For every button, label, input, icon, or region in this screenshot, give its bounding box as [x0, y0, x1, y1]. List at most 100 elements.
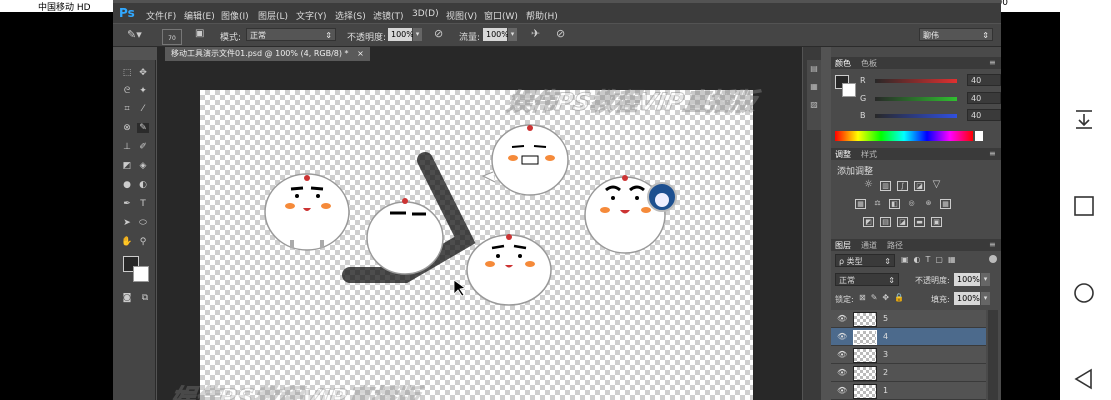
menu-image[interactable]: 图像(I): [221, 9, 249, 22]
layer-row[interactable]: 👁 5: [831, 310, 986, 328]
properties-panel-icon[interactable]: ▦: [807, 78, 821, 96]
document-tab[interactable]: 移动工具演示文件01.psd @ 100% (4, RGB/8) * ×: [165, 47, 370, 61]
workspace-select[interactable]: 聊伟 ⇕: [919, 28, 993, 41]
eye-icon[interactable]: 👁: [837, 328, 847, 345]
layers-scrollbar[interactable]: [988, 310, 998, 400]
crop-tool-icon[interactable]: ⌗: [121, 104, 133, 114]
move-tool-icon[interactable]: ✥: [137, 68, 149, 78]
eye-icon[interactable]: 👁: [837, 364, 847, 381]
lasso-tool-icon[interactable]: ᘓ: [121, 86, 133, 96]
paint-bucket-tool-icon[interactable]: ◈: [137, 161, 149, 171]
exposure-icon[interactable]: ◪: [914, 181, 925, 191]
lock-icons[interactable]: ⊠✎✥🔒: [859, 293, 909, 302]
channel-r-slider[interactable]: [875, 79, 957, 83]
history-panel-icon[interactable]: ▤: [807, 60, 821, 78]
info-panel-icon[interactable]: ▨: [807, 96, 821, 114]
layer-filter-select[interactable]: ρ 类型 ⇕: [835, 254, 895, 267]
hand-tool-icon[interactable]: ✋: [121, 237, 133, 247]
path-selection-tool-icon[interactable]: ➤: [121, 218, 133, 228]
healing-brush-tool-icon[interactable]: ⊗: [121, 123, 133, 133]
layer-opacity-dropdown[interactable]: ▾: [981, 273, 990, 286]
history-brush-tool-icon[interactable]: ✐: [137, 142, 149, 152]
channel-r-value[interactable]: 40: [967, 74, 1001, 86]
fill-input[interactable]: 100%: [954, 292, 980, 305]
ellipse-tool-icon[interactable]: ⬭: [137, 218, 149, 228]
quick-mask-icon[interactable]: ◙: [121, 293, 133, 303]
notification-pull-icon[interactable]: [1073, 108, 1095, 130]
channel-mixer-icon[interactable]: ⊛: [923, 199, 934, 209]
pressure-size-icon[interactable]: ⊘: [556, 27, 565, 40]
eye-icon[interactable]: 👁: [837, 310, 847, 327]
recents-square-icon[interactable]: [1073, 195, 1095, 217]
layer-filter-icons[interactable]: ▣◐T▢▦: [901, 255, 961, 264]
layer-row[interactable]: 👁 1: [831, 382, 986, 400]
screen-mode-icon[interactable]: ⧉: [139, 293, 151, 303]
zoom-tool-icon[interactable]: ⚲: [137, 237, 149, 247]
background-color-swatch[interactable]: [133, 266, 149, 282]
tab-layers[interactable]: 图层: [835, 240, 851, 251]
home-circle-icon[interactable]: [1073, 282, 1095, 304]
opacity-dropdown[interactable]: ▾: [413, 28, 422, 41]
collapsed-panels[interactable]: ▤ ▦ ▨: [807, 60, 821, 130]
close-icon[interactable]: ×: [357, 49, 364, 58]
type-tool-icon[interactable]: T: [137, 199, 149, 209]
levels-icon[interactable]: ▥: [880, 181, 891, 191]
layer-opacity-input[interactable]: 100%: [954, 273, 980, 286]
curves-icon[interactable]: ∫: [897, 181, 908, 191]
flow-input[interactable]: 100%: [483, 28, 509, 41]
color-lookup-icon[interactable]: ▦: [940, 199, 951, 209]
channel-g-value[interactable]: 40: [967, 92, 1001, 104]
channel-b-value[interactable]: 40: [967, 109, 1001, 121]
blur-tool-icon[interactable]: ●: [121, 180, 133, 190]
menu-edit[interactable]: 编辑(E): [184, 9, 215, 22]
brush-panel-icon[interactable]: ▣: [195, 28, 204, 39]
magic-wand-tool-icon[interactable]: ✦: [137, 86, 149, 96]
color-balance-icon[interactable]: ⚖: [872, 199, 883, 209]
brush-tool-icon[interactable]: ✎: [137, 123, 149, 133]
menu-filter[interactable]: 滤镜(T): [373, 9, 404, 22]
dodge-tool-icon[interactable]: ◐: [137, 180, 149, 190]
eye-icon[interactable]: 👁: [837, 382, 847, 399]
panel-menu-icon[interactable]: ≡: [989, 149, 996, 158]
airbrush-icon[interactable]: ✈: [531, 27, 540, 40]
filter-toggle[interactable]: [989, 255, 997, 263]
brightness-icon[interactable]: ☼: [863, 180, 874, 191]
panel-menu-icon[interactable]: ≡: [989, 240, 996, 249]
menu-help[interactable]: 帮助(H): [526, 9, 558, 22]
menu-window[interactable]: 窗口(W): [484, 9, 518, 22]
document-canvas[interactable]: [200, 90, 753, 400]
menu-view[interactable]: 视图(V): [446, 9, 477, 22]
flow-dropdown[interactable]: ▾: [508, 28, 517, 41]
eraser-tool-icon[interactable]: ◩: [121, 161, 133, 171]
pressure-opacity-icon[interactable]: ⊘: [434, 27, 443, 40]
menu-layer[interactable]: 图层(L): [258, 9, 288, 22]
threshold-icon[interactable]: ◪: [897, 217, 908, 227]
layer-row[interactable]: 👁 3: [831, 346, 986, 364]
pen-tool-icon[interactable]: ✒: [121, 199, 133, 209]
tab-color[interactable]: 颜色: [835, 58, 851, 69]
hue-saturation-icon[interactable]: ▦: [855, 199, 866, 209]
brush-preset-picker[interactable]: 70: [162, 29, 182, 45]
channel-b-slider[interactable]: [875, 114, 957, 118]
blend-mode-select[interactable]: 正常 ⇕: [835, 273, 899, 286]
channel-g-slider[interactable]: [875, 97, 957, 101]
color-spectrum-bar[interactable]: [835, 131, 973, 141]
layer-row-selected[interactable]: 👁 4: [831, 328, 986, 346]
black-white-icon[interactable]: ◧: [889, 199, 900, 209]
menu-file[interactable]: 文件(F): [146, 9, 176, 22]
layer-row[interactable]: 👁 2: [831, 364, 986, 382]
tab-channels[interactable]: 通道: [861, 240, 877, 251]
vibrance-icon[interactable]: ▽: [931, 180, 942, 191]
tab-styles[interactable]: 样式: [861, 149, 877, 160]
eyedropper-tool-icon[interactable]: ⁄: [137, 104, 149, 114]
eye-icon[interactable]: 👁: [837, 346, 847, 363]
posterize-icon[interactable]: ▤: [880, 217, 891, 227]
tab-paths[interactable]: 路径: [887, 240, 903, 251]
gradient-map-icon[interactable]: ▬: [914, 217, 925, 227]
clone-stamp-tool-icon[interactable]: ⊥: [121, 142, 133, 152]
tab-adjustments[interactable]: 调整: [835, 149, 851, 160]
marquee-tool-icon[interactable]: ⬚: [121, 68, 133, 78]
menu-3d[interactable]: 3D(D): [412, 9, 439, 19]
back-triangle-icon[interactable]: [1073, 368, 1095, 390]
spectrum-white-swatch[interactable]: [975, 131, 983, 141]
